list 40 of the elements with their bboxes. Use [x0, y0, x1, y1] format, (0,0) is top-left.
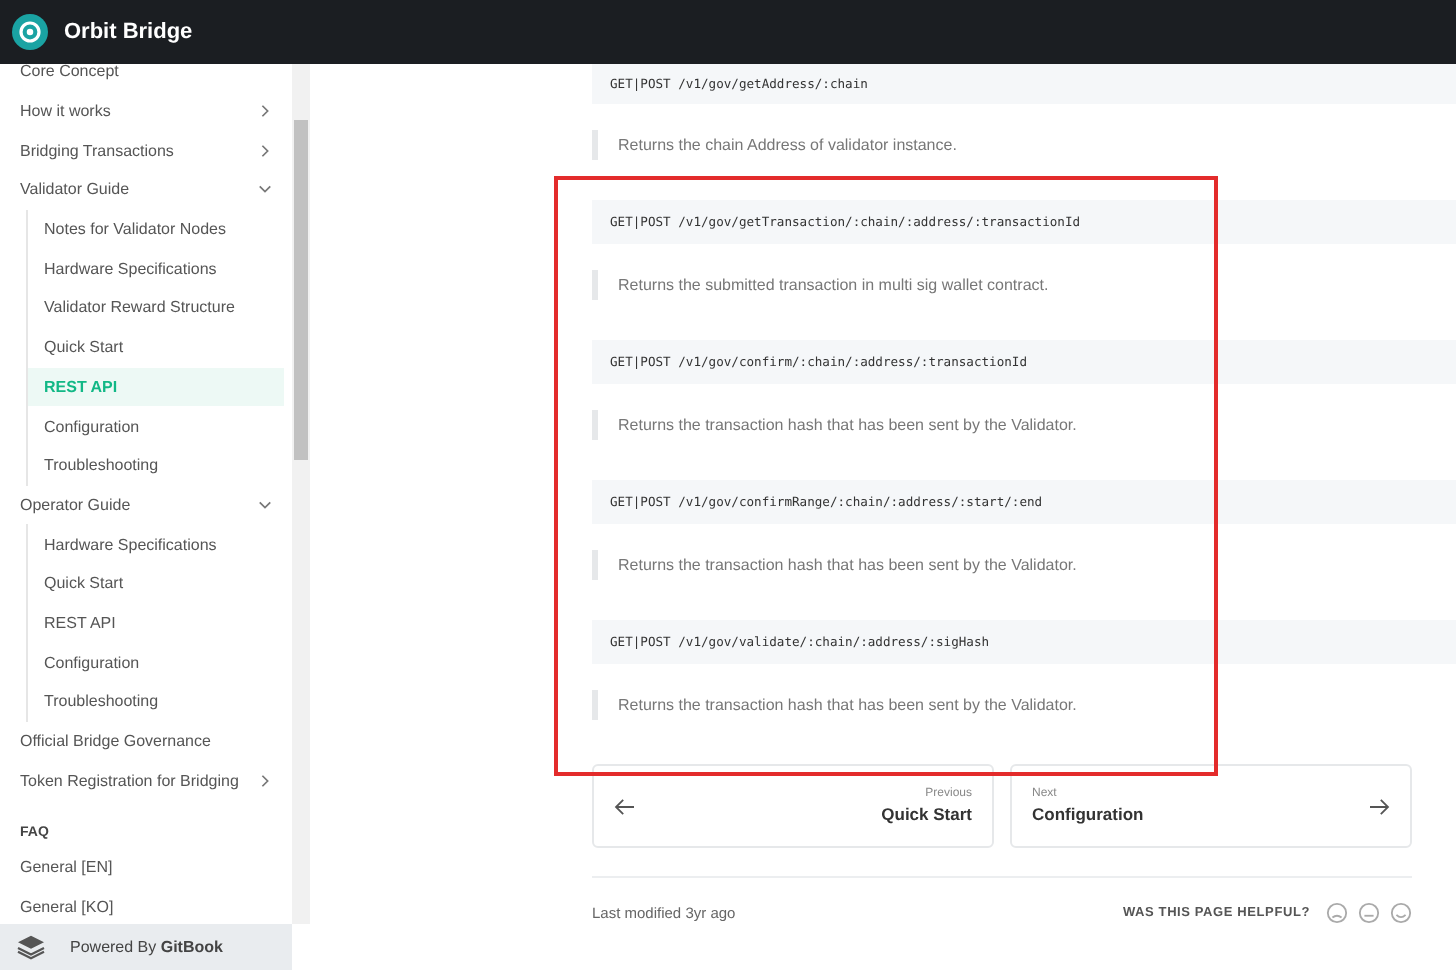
nav-item[interactable]: Core Concept	[20, 64, 292, 92]
nav-item[interactable]: Troubleshooting	[28, 445, 284, 486]
powered-by-link[interactable]: Powered By GitBook	[0, 924, 292, 970]
nav-item[interactable]: Quick Start	[28, 563, 284, 604]
description-quote: Returns the transaction hash that has been sent by the Validator.	[592, 550, 1412, 580]
chevron-icon	[258, 773, 272, 788]
scrollbar[interactable]	[292, 64, 310, 924]
arrow-right-icon	[1368, 797, 1390, 815]
nav-item[interactable]: REST API	[28, 603, 284, 643]
nav-item[interactable]: Configuration	[28, 642, 284, 682]
chevron-icon	[258, 182, 272, 197]
nav-item[interactable]: Validator Guide	[20, 170, 292, 210]
chevron-icon	[258, 104, 272, 119]
site-title[interactable]: Orbit Bridge	[64, 20, 193, 44]
nav-item[interactable]: Bridging Transactions	[20, 130, 292, 171]
description-quote: Returns the transaction hash that has been sent by the Validator.	[592, 690, 1412, 720]
nav-item[interactable]: Validator Reward Structure	[28, 288, 284, 328]
arrow-left-icon	[614, 797, 636, 815]
sad-face-icon[interactable]	[1326, 902, 1348, 924]
nav-item[interactable]: Troubleshooting	[28, 682, 284, 722]
description-quote: Returns the transaction hash that has been sent by the Validator.	[592, 410, 1412, 440]
layers-icon	[16, 934, 46, 960]
logo-icon[interactable]	[12, 14, 48, 50]
happy-face-icon[interactable]	[1390, 902, 1412, 924]
nav-item[interactable]: General [KO]	[20, 887, 292, 924]
nav-item[interactable]: Hardware Specifications	[28, 524, 284, 564]
nav-item[interactable]: Notes for Validator Nodes	[28, 209, 284, 249]
chevron-icon	[258, 497, 272, 512]
nav-item[interactable]: Operator Guide	[20, 485, 292, 525]
nav-item[interactable]: Token Registration for Bridging	[20, 760, 292, 801]
nav-item[interactable]: Hardware Specifications	[28, 248, 284, 289]
nav-item[interactable]: Configuration	[28, 406, 284, 446]
description-quote: Returns the chain Address of validator instance.	[592, 130, 1412, 160]
nav-item[interactable]: Quick Start	[28, 327, 284, 367]
chevron-icon	[258, 143, 272, 158]
nav-item[interactable]: General [EN]	[20, 848, 292, 888]
neutral-face-icon[interactable]	[1358, 902, 1380, 924]
nav-item[interactable]: Official Bridge Governance	[20, 721, 292, 761]
nav-item[interactable]: How it works	[20, 91, 292, 131]
description-quote: Returns the submitted transaction in multi sig wallet contract.	[592, 270, 1412, 300]
